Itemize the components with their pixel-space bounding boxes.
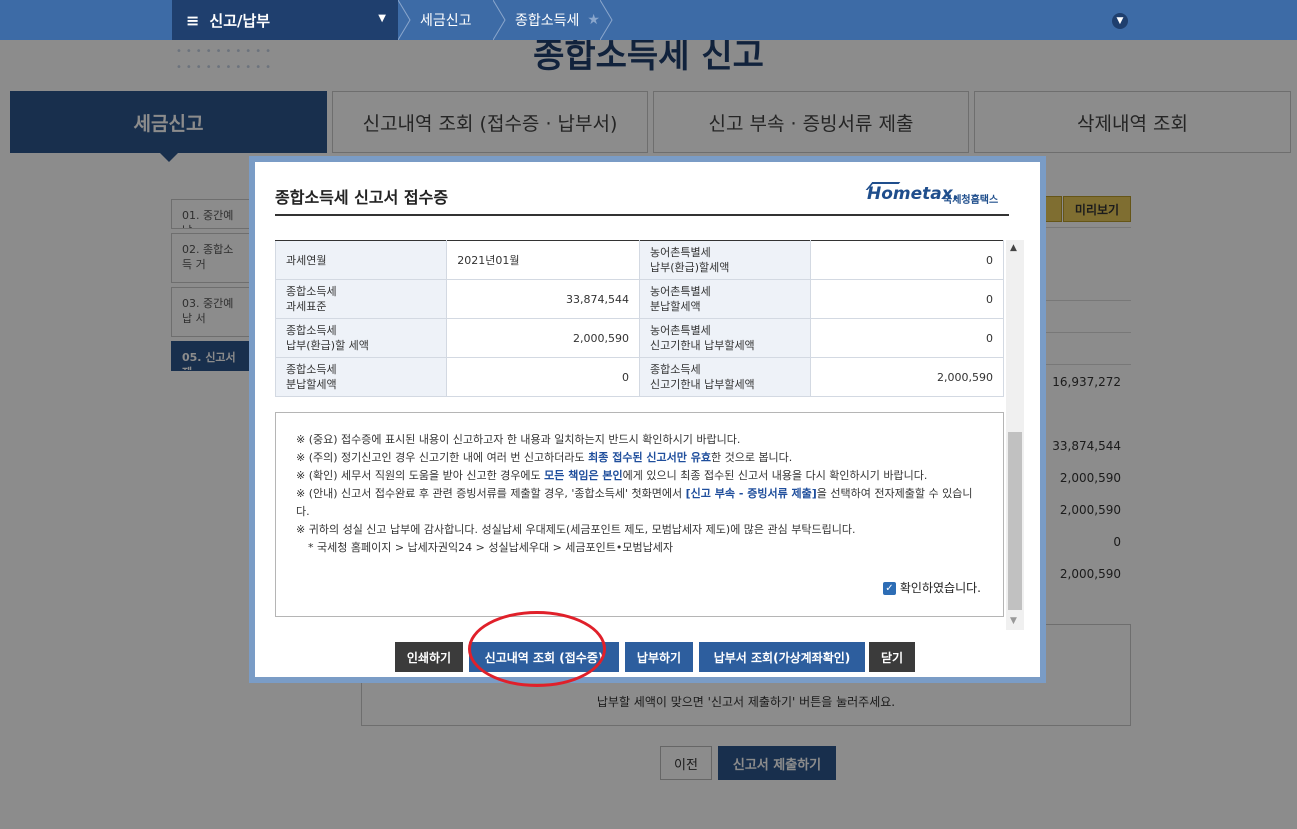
vertical-scrollbar[interactable]: ▲ ▼ xyxy=(1006,240,1024,630)
confirm-label: 확인하였습니다. xyxy=(899,581,981,595)
notice-line: * 국세청 홈페이지 > 납세자권익24 > 성실납세우대 > 세금포인트•모범… xyxy=(308,541,673,554)
row-value: 0 xyxy=(446,357,640,397)
modal-title: 종합소득세 신고서 접수증 xyxy=(275,188,449,207)
breadcrumb-income-tax[interactable]: 종합소득세 ★ xyxy=(515,0,600,40)
row-value: 2,000,590 xyxy=(446,318,640,358)
caret-down-icon: ▼ xyxy=(378,13,386,24)
breadcrumb-tax-return[interactable]: 세금신고 xyxy=(420,0,472,40)
expand-circle-icon[interactable]: ▼ xyxy=(1112,13,1128,29)
view-bill-button[interactable]: 납부서 조회(가상계좌확인) xyxy=(699,642,865,672)
scrollbar-thumb[interactable] xyxy=(1008,432,1022,610)
row-value: 33,874,544 xyxy=(446,279,640,319)
row-value: 0 xyxy=(810,318,1004,358)
menu-dropdown[interactable]: ≡ 신고/납부 ▼ xyxy=(172,0,398,40)
breadcrumb-separator-icon xyxy=(398,0,411,40)
modal-scroll-area[interactable]: 과세연월 2021년01월 농어촌특별세 납부(환급)할세액 0 종합소득세 과… xyxy=(275,240,1029,630)
logo-text: 국세청홈택스 xyxy=(943,195,999,206)
modal-actions: 인쇄하기 신고내역 조회 (접수증) 납부하기 납부서 조회(가상계좌확인) 닫… xyxy=(255,642,1040,672)
notice-line: ※ (확인) 세무서 직원의 도움을 받아 신고한 경우에도 모든 책임은 본인… xyxy=(296,469,928,482)
row-label: 농어촌특별세 납부(환급)할세액 xyxy=(638,240,812,280)
row-value: 0 xyxy=(810,240,1004,280)
row-value: 0 xyxy=(810,279,1004,319)
table-row: 종합소득세 분납할세액 0 종합소득세 신고기한내 납부할세액 2,000,59… xyxy=(275,357,1004,397)
row-label: 농어촌특별세 분납할세액 xyxy=(638,279,812,319)
row-label: 종합소득세 과세표준 xyxy=(275,279,448,319)
table-row: 종합소득세 납부(환급)할 세액 2,000,590 농어촌특별세 신고기한내 … xyxy=(275,318,1004,358)
notice-line: ※ 귀하의 성실 신고 납부에 감사합니다. 성실납세 우대제도(세금포인트 제… xyxy=(296,523,856,536)
receipt-modal: 종합소득세 신고서 접수증 Hometax. 국세청홈택스 과세연월 2021년… xyxy=(249,156,1046,683)
row-value: 2021년01월 xyxy=(446,240,640,280)
notice-box: ※ (중요) 접수증에 표시된 내용이 신고하고자 한 내용과 일치하는지 반드… xyxy=(275,412,1004,617)
table-row: 종합소득세 과세표준 33,874,544 농어촌특별세 분납할세액 0 xyxy=(275,279,1004,319)
row-label: 과세연월 xyxy=(275,240,448,280)
receipt-table: 과세연월 2021년01월 농어촌특별세 납부(환급)할세액 0 종합소득세 과… xyxy=(275,240,1004,397)
breadcrumb-separator-icon xyxy=(493,0,506,40)
pay-button[interactable]: 납부하기 xyxy=(625,642,693,672)
row-label: 종합소득세 신고기한내 납부할세액 xyxy=(638,357,812,397)
print-button[interactable]: 인쇄하기 xyxy=(395,642,463,672)
highlight-circle xyxy=(468,611,606,687)
scroll-up-icon[interactable]: ▲ xyxy=(1010,243,1017,253)
row-label: 종합소득세 납부(환급)할 세액 xyxy=(275,318,448,358)
row-label: 농어촌특별세 신고기한내 납부할세액 xyxy=(638,318,812,358)
hometax-logo: Hometax. 국세청홈택스 xyxy=(865,182,1009,210)
notice-line: ※ (중요) 접수증에 표시된 내용이 신고하고자 한 내용과 일치하는지 반드… xyxy=(296,433,741,446)
row-label: 종합소득세 분납할세액 xyxy=(275,357,448,397)
top-nav-bar: ≡ 신고/납부 ▼ 세금신고 종합소득세 ★ ▼ xyxy=(0,0,1297,40)
checkbox-checked-icon[interactable]: ✓ xyxy=(882,581,896,595)
menu-label: 신고/납부 xyxy=(209,11,271,30)
hamburger-icon: ≡ xyxy=(186,10,200,30)
row-value: 2,000,590 xyxy=(810,357,1004,397)
breadcrumb-label: 종합소득세 xyxy=(515,13,580,29)
notice-line: ※ (주의) 정기신고인 경우 신고기한 내에 여러 번 신고하더라도 최종 접… xyxy=(296,451,793,464)
title-divider xyxy=(275,214,1009,216)
close-button[interactable]: 닫기 xyxy=(869,642,915,672)
scroll-down-icon[interactable]: ▼ xyxy=(1010,616,1017,626)
table-row: 과세연월 2021년01월 농어촌특별세 납부(환급)할세액 0 xyxy=(275,240,1004,280)
confirm-checkbox-row[interactable]: ✓ 확인하였습니다. xyxy=(882,579,981,597)
favorite-star-icon[interactable]: ★ xyxy=(587,12,600,28)
notice-line: ※ (안내) 신고서 접수완료 후 관련 증빙서류를 제출할 경우, '종합소득… xyxy=(296,487,973,518)
breadcrumb-separator-icon xyxy=(600,0,613,40)
